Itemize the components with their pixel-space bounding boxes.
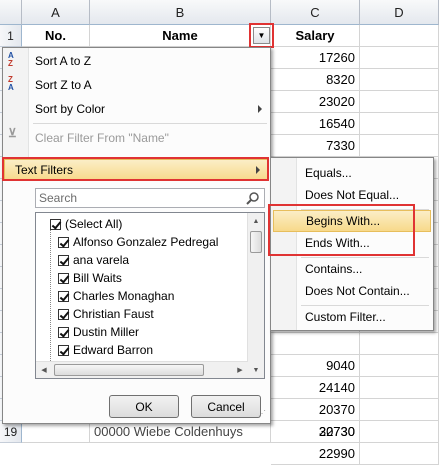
empty-cell[interactable] <box>360 355 439 377</box>
empty-cell[interactable] <box>360 377 439 399</box>
salary-cell[interactable]: 16540 <box>271 113 360 135</box>
menu-separator <box>33 123 267 124</box>
menu-ends-with[interactable]: Ends With... <box>273 232 431 254</box>
salary-cell[interactable]: 9040 <box>271 355 360 377</box>
empty-cell[interactable] <box>360 47 439 69</box>
menu-contains[interactable]: Contains... <box>273 258 431 280</box>
column-header-c[interactable]: C <box>271 0 360 25</box>
vertical-scrollbar[interactable]: ▲ ▼ <box>247 213 264 378</box>
empty-cell[interactable] <box>360 421 439 443</box>
list-item-label: Dustin Miller <box>73 325 140 339</box>
ok-button[interactable]: OK <box>109 395 179 418</box>
text-filters-submenu: Equals... Does Not Equal... Begins With.… <box>270 157 434 331</box>
empty-cell[interactable] <box>360 135 439 157</box>
menu-begins-with[interactable]: Begins With... <box>273 210 431 232</box>
select-all-corner[interactable] <box>0 0 22 25</box>
checkbox[interactable] <box>58 236 69 248</box>
scroll-right-icon[interactable]: ▶ <box>232 362 248 378</box>
resize-grip-icon[interactable]: ⋰ <box>258 410 268 421</box>
scroll-left-icon[interactable]: ◀ <box>36 362 52 378</box>
empty-cell[interactable] <box>360 69 439 91</box>
search-input[interactable]: Search <box>35 188 265 208</box>
list-item[interactable]: Edward Barron <box>58 341 153 359</box>
tree-lines <box>50 219 51 378</box>
salary-cell[interactable]: 8320 <box>271 69 360 91</box>
checkbox[interactable] <box>58 272 69 284</box>
empty-cell[interactable] <box>360 443 439 465</box>
column-header-a[interactable]: A <box>22 0 90 25</box>
list-item[interactable]: Bill Waits <box>58 269 122 287</box>
cell-b19[interactable]: 00000 Wiebe Coldenhuys <box>90 421 271 443</box>
header-salary[interactable]: Salary <box>271 25 360 47</box>
chevron-down-icon: ▼ <box>257 31 266 40</box>
list-item-label: (Select All) <box>65 217 123 231</box>
list-item[interactable]: Charles Monaghan <box>58 287 174 305</box>
list-item-label: ana varela <box>73 253 130 267</box>
submenu-arrow-icon <box>258 105 262 113</box>
sort-za-icon: ZA <box>8 75 14 92</box>
filter-dropdown-button[interactable]: ▼ <box>253 27 270 44</box>
checkbox[interactable] <box>58 344 69 356</box>
list-item-label: Christian Faust <box>73 307 154 321</box>
menu-sort-z-to-a[interactable]: ZA Sort Z to A <box>3 73 270 97</box>
scroll-up-icon[interactable]: ▲ <box>248 213 264 229</box>
cell-d1[interactable] <box>360 25 439 47</box>
empty-cell[interactable] <box>360 113 439 135</box>
list-item[interactable]: ana varela <box>58 251 129 269</box>
salary-cell[interactable]: 24140 <box>271 377 360 399</box>
column-header-b[interactable]: B <box>90 0 271 25</box>
menu-clear-filter[interactable]: ⊻ Clear Filter From "Name" <box>3 126 270 150</box>
salary-cell[interactable]: 17260 <box>271 47 360 69</box>
menu-text-filters[interactable]: Text Filters <box>4 159 269 181</box>
menu-equals[interactable]: Equals... <box>273 162 431 184</box>
menu-custom-filter[interactable]: Custom Filter... <box>273 306 431 328</box>
header-name[interactable]: Name <box>90 25 271 47</box>
empty-cell[interactable] <box>360 399 439 421</box>
list-item-label: Edward Barron <box>73 343 154 357</box>
sort-az-icon: AZ <box>8 51 14 68</box>
cancel-button[interactable]: Cancel <box>191 395 261 418</box>
salary-cell[interactable]: 23020 <box>271 91 360 113</box>
list-item[interactable]: Christian Faust <box>58 305 154 323</box>
checkbox[interactable] <box>58 290 69 302</box>
salary-cell[interactable]: 20370 <box>271 399 360 421</box>
checkbox[interactable] <box>58 326 69 338</box>
scroll-thumb-horizontal[interactable] <box>54 364 204 376</box>
salary-cell[interactable]: 7330 <box>271 135 360 157</box>
clear-filter-icon: ⊻ <box>8 126 17 140</box>
empty-cell[interactable] <box>360 333 439 355</box>
list-item[interactable]: (Select All) <box>50 215 122 233</box>
filter-menu: AZ Sort A to Z ZA Sort Z to A Sort by Co… <box>2 47 271 424</box>
scroll-thumb[interactable] <box>250 231 262 253</box>
list-item-label: Bill Waits <box>73 271 122 285</box>
salary-cell[interactable]: 30730 <box>271 421 360 443</box>
checkbox[interactable] <box>50 218 61 230</box>
checkbox[interactable] <box>58 254 69 266</box>
row-header[interactable]: 1 <box>0 25 22 47</box>
checkbox[interactable] <box>58 308 69 320</box>
horizontal-scrollbar[interactable]: ◀ ▶ <box>36 361 248 378</box>
list-item-label: Charles Monaghan <box>73 289 175 303</box>
submenu-arrow-icon <box>256 166 260 174</box>
list-item[interactable]: Dustin Miller <box>58 323 139 341</box>
scroll-down-icon[interactable]: ▼ <box>248 362 264 378</box>
search-icon <box>246 192 259 205</box>
header-no[interactable]: No. <box>22 25 90 47</box>
filter-value-list[interactable]: (Select All) Alfonso Gonzalez Pedregal ana… <box>35 212 265 379</box>
salary-cell[interactable]: 22990 <box>271 443 360 465</box>
menu-sort-a-to-z[interactable]: AZ Sort A to Z <box>3 49 270 73</box>
list-item-label: Alfonso Gonzalez Pedregal <box>73 235 219 249</box>
empty-cell[interactable] <box>360 91 439 113</box>
cell-a19[interactable] <box>22 421 90 443</box>
menu-does-not-contain[interactable]: Does Not Contain... <box>273 280 431 302</box>
list-item[interactable]: Alfonso Gonzalez Pedregal <box>58 233 218 251</box>
salary-cell[interactable] <box>271 333 360 355</box>
column-header-d[interactable]: D <box>360 0 439 25</box>
row-header[interactable]: 19 <box>0 421 22 443</box>
menu-sort-by-color[interactable]: Sort by Color <box>3 97 270 121</box>
menu-does-not-equal[interactable]: Does Not Equal... <box>273 184 431 206</box>
